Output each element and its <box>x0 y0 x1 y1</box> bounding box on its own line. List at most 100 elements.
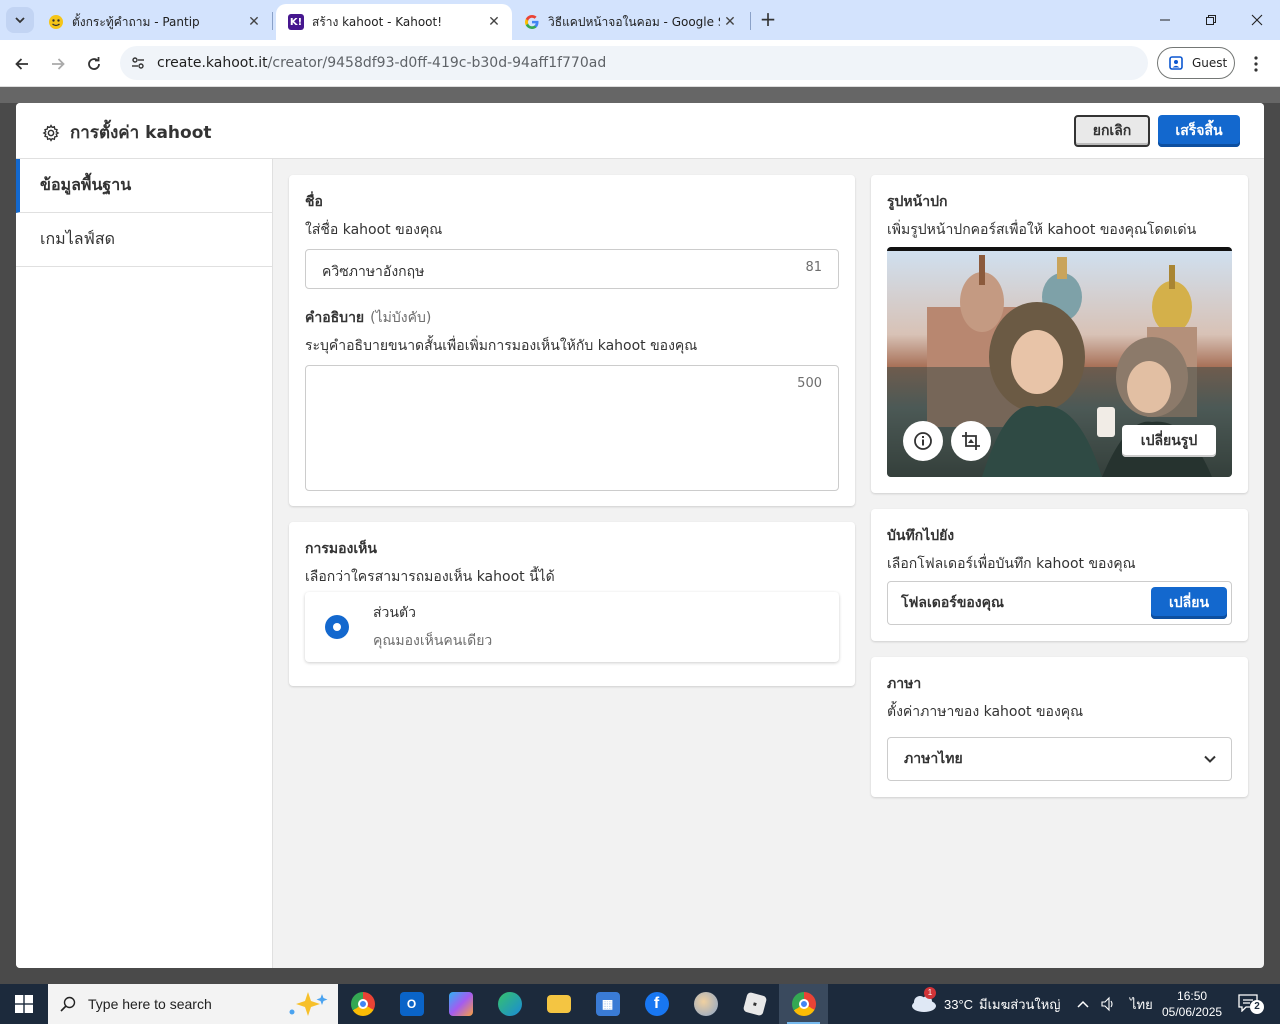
weather-temp: 33°C <box>944 996 974 1012</box>
minimize-icon <box>1160 19 1170 21</box>
restore-icon <box>1206 15 1216 25</box>
description-textarea[interactable]: 500 <box>305 365 839 491</box>
cover-image-card: รูปหน้าปก เพิ่มรูปหน้าปกคอร์สเพื่อให้ ka… <box>871 175 1248 493</box>
chrome-icon <box>350 992 375 1016</box>
taskbar-chrome-active[interactable] <box>779 984 828 1024</box>
taskbar-store[interactable]: ▦ <box>583 984 632 1024</box>
nav-item-basic-info[interactable]: ข้อมูลพื้นฐาน <box>16 159 272 213</box>
new-tab-button[interactable]: + <box>756 8 780 32</box>
visibility-option-private[interactable]: ส่วนตัว คุณมองเห็นคนเดียว <box>305 592 839 662</box>
folder-icon <box>546 995 571 1013</box>
browser-tab[interactable]: ตั้งกระทู้คำถาม - Pantip ✕ <box>36 4 272 40</box>
kahoot-settings-modal: การตั้งค่า kahoot ยกเลิก เสร็จสิ้น ข้อมู… <box>16 103 1264 968</box>
info-icon <box>914 432 932 450</box>
chevron-up-icon <box>1077 1000 1089 1008</box>
clock-time: 16:50 <box>1177 989 1208 1003</box>
nav-item-live-game[interactable]: เกมไลฟ์สด <box>16 213 272 267</box>
paint-icon <box>693 992 718 1016</box>
clock[interactable]: 16:50 05/06/2025 <box>1162 984 1222 1024</box>
gear-icon <box>42 123 60 142</box>
description-subtitle: ระบุคำอธิบายขนาดสั้นเพื่อเพิ่มการมองเห็น… <box>305 338 698 354</box>
crop-image-button[interactable] <box>951 421 991 461</box>
taskbar-paint[interactable] <box>681 984 730 1024</box>
windows-icon <box>15 995 33 1013</box>
roblox-icon: ▪ <box>742 991 767 1017</box>
browser-tab-active[interactable]: K! สร้าง kahoot - Kahoot! ✕ <box>276 4 512 40</box>
site-info-icon[interactable] <box>128 53 148 73</box>
change-image-button[interactable]: เปลี่ยนรูป <box>1122 425 1216 457</box>
reload-button[interactable] <box>80 50 108 78</box>
page-topbar <box>0 87 1280 103</box>
pantip-icon <box>48 14 64 30</box>
tray-overflow-button[interactable] <box>1076 984 1090 1024</box>
tab-search-button[interactable] <box>6 7 34 33</box>
save-to-subtitle: เลือกโฟลเดอร์เพื่อบันทึก kahoot ของคุณ <box>887 556 1136 572</box>
close-icon[interactable]: ✕ <box>720 14 740 30</box>
url-host: create.kahoot.it <box>157 55 268 71</box>
minimize-button[interactable] <box>1142 0 1188 40</box>
outlook-icon: O <box>399 992 424 1016</box>
volume-button[interactable] <box>1100 984 1116 1024</box>
speaker-icon <box>1101 996 1113 1012</box>
taskbar-edge[interactable] <box>485 984 534 1024</box>
url-path: /creator/9458df93-d0ff-419c-b30d-94aff1f… <box>267 55 607 71</box>
visibility-option-title: ส่วนตัว <box>373 605 416 621</box>
weather-widget[interactable]: 1 33°C มีเมฆส่วนใหญ่ <box>910 984 1060 1024</box>
modal-title-text: การตั้งค่า kahoot <box>70 123 212 143</box>
input-language[interactable]: ไทย <box>1130 984 1153 1024</box>
browser-menu-button[interactable] <box>1246 52 1266 76</box>
save-to-heading: บันทึกไปยัง <box>887 528 955 544</box>
name-subtitle: ใส่ชื่อ kahoot ของคุณ <box>305 222 443 238</box>
title-input[interactable]: ควิซภาษาอังกฤษ 81 <box>305 249 839 289</box>
taskbar-copilot[interactable] <box>436 984 485 1024</box>
arrow-right-icon <box>52 58 65 70</box>
language-select[interactable]: ภาษาไทย <box>887 737 1232 781</box>
change-folder-button[interactable]: เปลี่ยน <box>1151 587 1227 619</box>
browser-tab[interactable]: วิธีแคปหน้าจอในคอม - Google Search ✕ <box>512 4 748 40</box>
forward-button[interactable] <box>44 50 72 78</box>
chevron-down-icon <box>1204 755 1216 763</box>
title-input-value: ควิซภาษาอังกฤษ <box>322 264 425 280</box>
visibility-heading: การมองเห็น <box>305 541 377 557</box>
taskbar-search[interactable]: Type here to search <box>48 984 338 1024</box>
name-heading: ชื่อ <box>305 194 323 210</box>
taskbar-roblox[interactable]: ▪ <box>730 984 779 1024</box>
cover-heading: รูปหน้าปก <box>887 194 948 210</box>
optional-label: (ไม่บังคับ) <box>370 310 432 326</box>
modal-header: การตั้งค่า kahoot ยกเลิก เสร็จสิ้น <box>16 103 1264 159</box>
clock-date: 05/06/2025 <box>1162 1005 1223 1019</box>
close-icon[interactable]: ✕ <box>484 14 504 30</box>
close-icon[interactable]: ✕ <box>244 14 264 30</box>
search-icon <box>60 996 76 1012</box>
restore-button[interactable] <box>1188 0 1234 40</box>
taskbar-facebook[interactable]: f <box>632 984 681 1024</box>
back-button[interactable] <box>8 50 36 78</box>
browser-tabstrip: ตั้งกระทู้คำถาม - Pantip ✕ K! สร้าง kaho… <box>0 0 1280 40</box>
google-icon <box>524 14 540 30</box>
taskbar-chrome[interactable] <box>338 984 387 1024</box>
cancel-button[interactable]: ยกเลิก <box>1074 115 1150 147</box>
tab-divider <box>750 12 751 30</box>
settings-sidenav: ข้อมูลพื้นฐาน เกมไลฟ์สด <box>16 159 273 968</box>
visibility-card: การมองเห็น เลือกว่าใครสามารถมองเห็น kaho… <box>289 522 855 686</box>
notification-button[interactable]: 2 <box>1238 984 1264 1024</box>
tab-divider <box>272 12 273 30</box>
close-icon <box>1251 14 1263 26</box>
language-subtitle: ตั้งค่าภาษาของ kahoot ของคุณ <box>887 704 1084 720</box>
close-window-button[interactable] <box>1234 0 1280 40</box>
start-button[interactable] <box>0 984 48 1024</box>
done-button[interactable]: เสร็จสิ้น <box>1158 115 1240 147</box>
radio-selected-icon[interactable] <box>325 615 349 639</box>
image-info-button[interactable] <box>903 421 943 461</box>
profile-button[interactable]: Guest <box>1157 47 1235 79</box>
tab-title: วิธีแคปหน้าจอในคอม - Google Search <box>548 14 720 29</box>
address-bar[interactable]: create.kahoot.it/creator/9458df93-d0ff-4… <box>120 46 1148 80</box>
browser-toolbar: create.kahoot.it/creator/9458df93-d0ff-4… <box>0 40 1280 87</box>
language-heading: ภาษา <box>887 676 922 692</box>
description-char-counter: 500 <box>797 376 822 391</box>
visibility-subtitle: เลือกว่าใครสามารถมองเห็น kahoot นี้ได้ <box>305 569 555 585</box>
taskbar-outlook[interactable]: O <box>387 984 436 1024</box>
basic-info-card: ชื่อ ใส่ชื่อ kahoot ของคุณ ควิซภาษาอังกฤ… <box>289 175 855 506</box>
crop-icon <box>962 432 980 450</box>
taskbar-file-explorer[interactable] <box>534 984 583 1024</box>
